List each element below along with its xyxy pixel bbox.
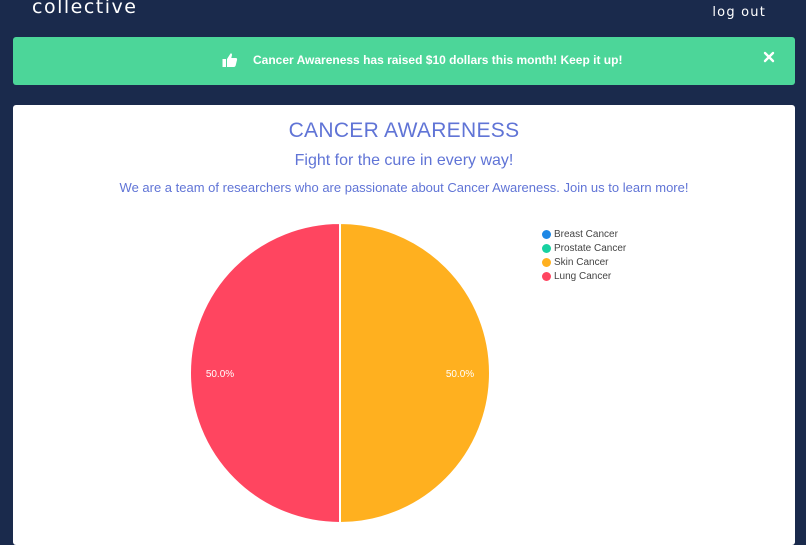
legend-label: Breast Cancer: [554, 228, 618, 240]
campaign-card: CANCER AWARENESS Fight for the cure in e…: [13, 105, 795, 545]
logout-link[interactable]: log out: [712, 5, 766, 20]
brand-logo[interactable]: collective: [32, 0, 137, 18]
legend-marker: [542, 271, 551, 281]
pie-data-label: 50.0%: [206, 369, 234, 380]
pie-data-label: 50.0%: [446, 369, 474, 380]
legend-label: Skin Cancer: [554, 256, 609, 268]
legend-item-breast-cancer[interactable]: Breast Cancer: [542, 227, 626, 241]
thumbs-up-icon: [222, 53, 238, 67]
legend-item-lung-cancer[interactable]: Lung Cancer: [542, 269, 626, 283]
legend-marker: [542, 257, 551, 267]
legend-label: Prostate Cancer: [554, 242, 627, 254]
chart-legend: Breast Cancer Prostate Cancer Skin Cancer L…: [542, 227, 626, 283]
legend-label: Lung Cancer: [554, 270, 612, 282]
notification-banner: Cancer Awareness has raised $10 dollars …: [13, 37, 795, 85]
legend-marker: [542, 243, 551, 253]
notification-message: Cancer Awareness has raised $10 dollars …: [253, 53, 623, 67]
cancer-types-pie-chart: 50.0% 50.0%: [189, 221, 491, 525]
legend-item-skin-cancer[interactable]: Skin Cancer: [542, 255, 626, 269]
top-navbar: collective log out: [0, 0, 806, 36]
legend-item-prostate-cancer[interactable]: Prostate Cancer: [542, 241, 626, 255]
close-icon[interactable]: [763, 51, 775, 63]
legend-marker: [542, 229, 551, 239]
